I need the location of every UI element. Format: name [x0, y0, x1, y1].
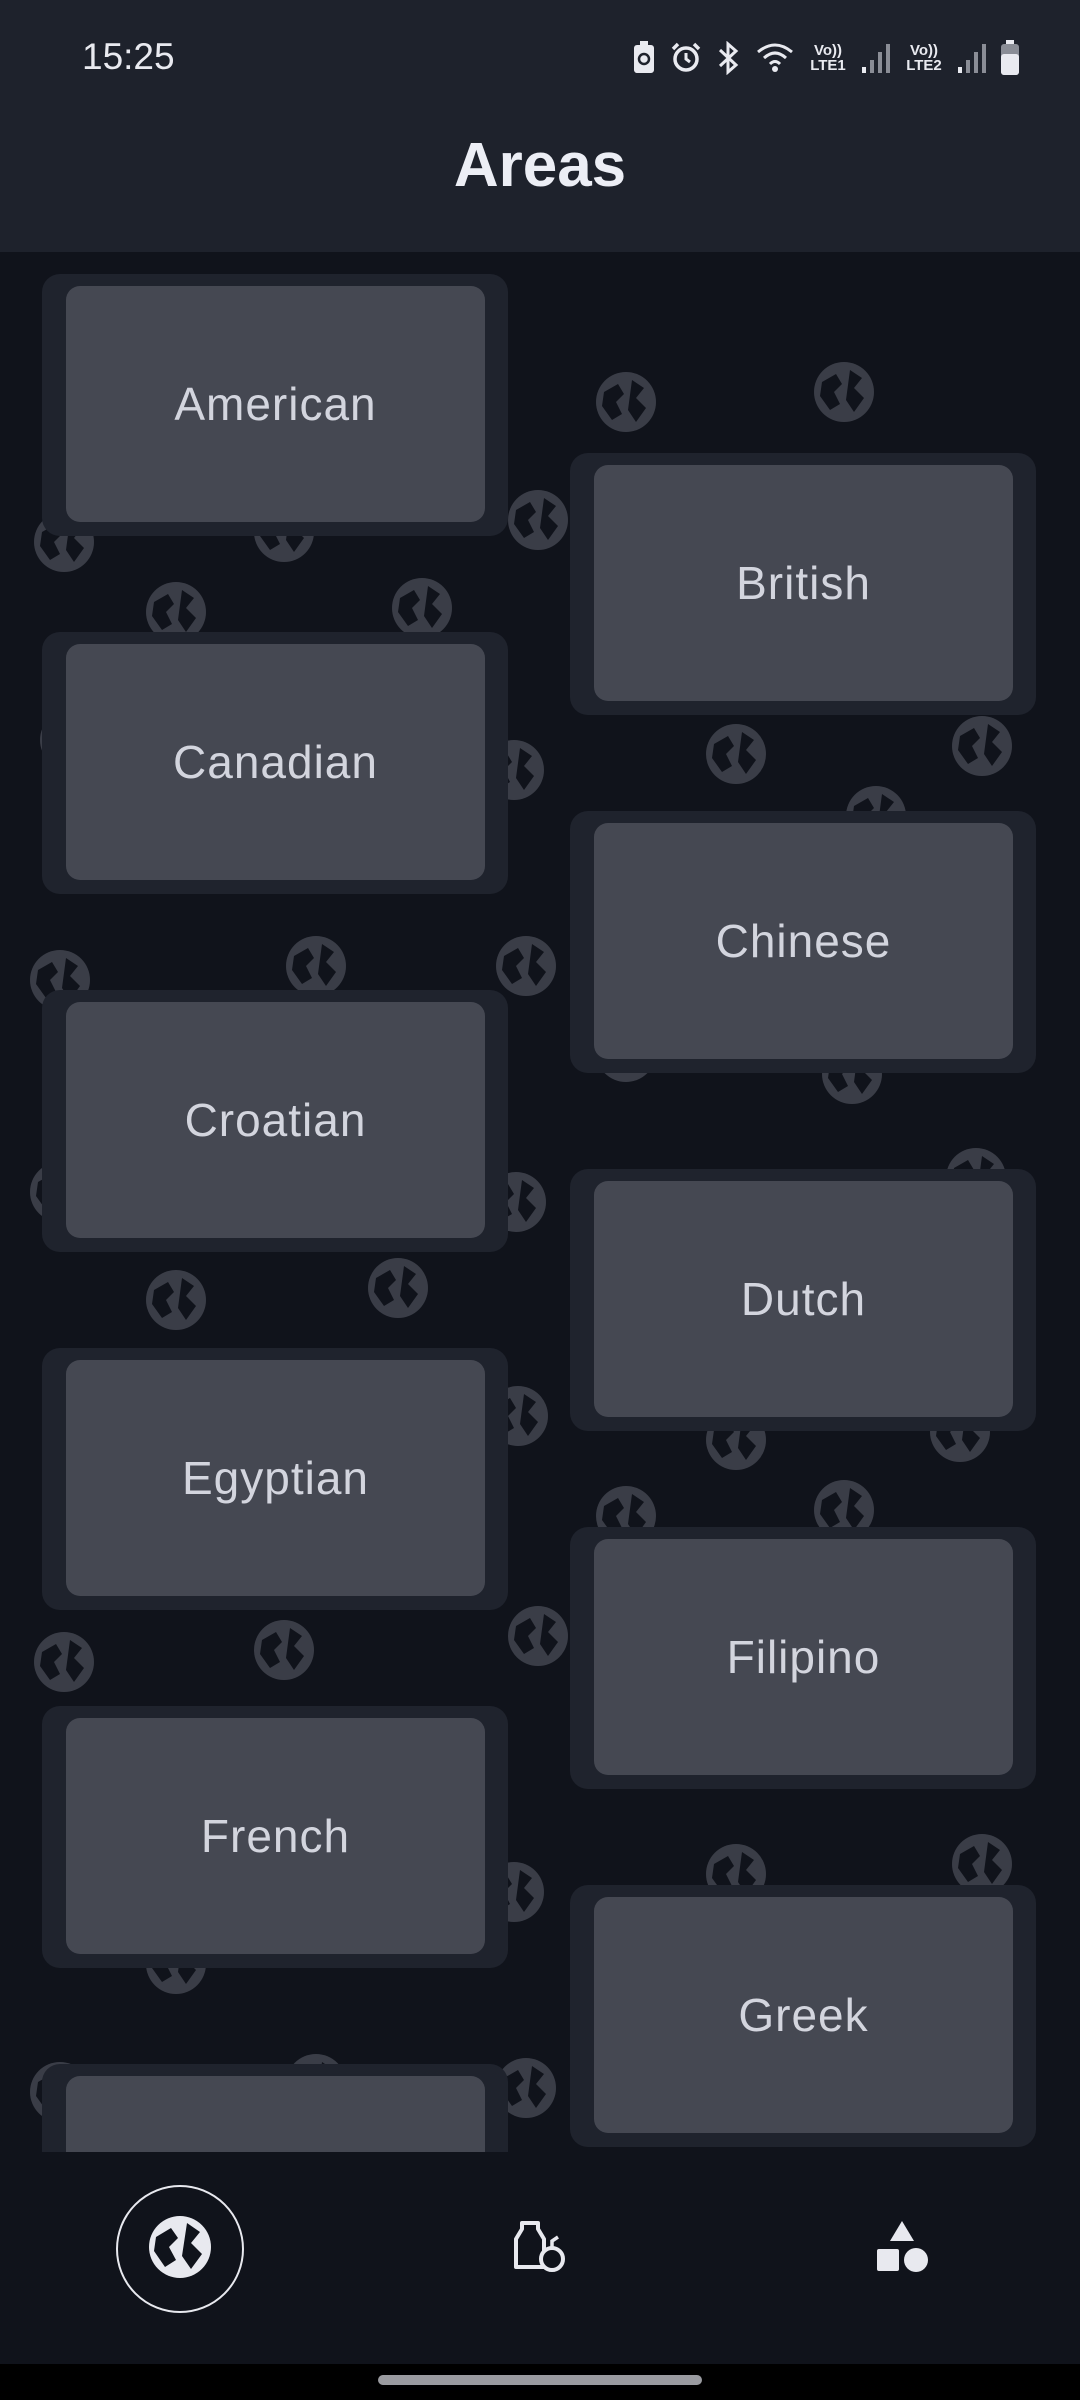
status-time: 15:25: [82, 36, 175, 77]
signal-icon: [958, 43, 986, 73]
bluetooth-icon: [716, 41, 742, 75]
area-label: American: [174, 378, 377, 430]
area-card-french[interactable]: French: [42, 1706, 508, 1968]
nav-ingredients[interactable]: [476, 2185, 604, 2313]
area-card-greek[interactable]: Greek: [570, 1885, 1036, 2147]
categories-icon: [872, 2217, 932, 2282]
area-label: Dutch: [740, 1273, 867, 1325]
area-card-surface[interactable]: Filipino: [594, 1539, 1013, 1775]
area-card-partial[interactable]: [42, 2064, 508, 2152]
area-card-egyptian[interactable]: Egyptian: [42, 1348, 508, 1610]
battery-saver-icon: [632, 41, 656, 75]
signal-icon: [862, 43, 890, 73]
page-title: Areas: [453, 131, 627, 200]
area-card-surface[interactable]: Chinese: [594, 823, 1013, 1059]
area-card-surface[interactable]: [66, 2076, 485, 2152]
area-label: British: [736, 557, 871, 609]
area-card-canadian[interactable]: Canadian: [42, 632, 508, 894]
area-card-filipino[interactable]: Filipino: [570, 1527, 1036, 1789]
status-icons: Vo)) LTE1 Vo)) LTE2: [632, 36, 1020, 80]
area-card-british[interactable]: British: [570, 453, 1036, 715]
area-card-chinese[interactable]: Chinese: [570, 811, 1036, 1073]
gesture-area: [0, 2364, 1080, 2400]
area-label: Filipino: [726, 1631, 881, 1683]
area-card-surface[interactable]: Dutch: [594, 1181, 1013, 1417]
gesture-handle[interactable]: [378, 2375, 702, 2385]
app-header: Areas: [0, 116, 1080, 252]
area-label: Greek: [738, 1989, 869, 2041]
globe-icon: [146, 2213, 214, 2286]
area-label: Chinese: [715, 915, 892, 967]
area-card-dutch[interactable]: Dutch: [570, 1169, 1036, 1431]
wifi-icon: [756, 42, 794, 74]
area-card-surface[interactable]: Croatian: [66, 1002, 485, 1238]
area-card-american[interactable]: American: [42, 274, 508, 536]
status-bar: 15:25 Vo)) LTE1 Vo)) LTE2: [0, 0, 1080, 116]
battery-icon: [1000, 40, 1020, 76]
area-label: Croatian: [184, 1094, 367, 1146]
area-card-surface[interactable]: Egyptian: [66, 1360, 485, 1596]
bottom-navigation: [0, 2152, 1080, 2364]
sim2-label: Vo)) LTE2: [906, 42, 942, 74]
area-card-surface[interactable]: American: [66, 286, 485, 522]
nav-areas[interactable]: [116, 2185, 244, 2313]
area-card-surface[interactable]: Canadian: [66, 644, 485, 880]
areas-grid[interactable]: American British Canadian Chinese Croati…: [0, 252, 1080, 2152]
area-label: Canadian: [173, 736, 378, 788]
ingredients-icon: [510, 2217, 570, 2282]
area-card-surface[interactable]: British: [594, 465, 1013, 701]
nav-categories[interactable]: [838, 2185, 966, 2313]
alarm-icon: [670, 42, 702, 74]
area-label: Egyptian: [181, 1452, 369, 1504]
sim1-label: Vo)) LTE1: [810, 42, 846, 74]
area-card-surface[interactable]: French: [66, 1718, 485, 1954]
area-card-surface[interactable]: Greek: [594, 1897, 1013, 2133]
area-label: French: [200, 1810, 351, 1862]
area-card-croatian[interactable]: Croatian: [42, 990, 508, 1252]
